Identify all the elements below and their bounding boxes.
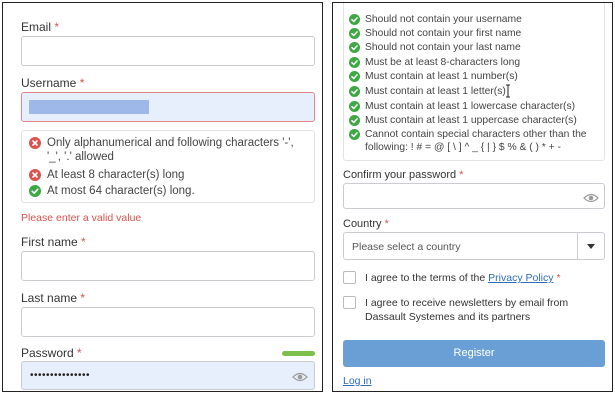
password-label: Password *	[21, 346, 82, 360]
email-field[interactable]	[21, 36, 315, 66]
username-rule: At least 8 character(s) long	[29, 168, 309, 182]
username-label: Username *	[21, 76, 85, 90]
privacy-policy-checkbox[interactable]	[343, 271, 356, 284]
email-label: Email *	[21, 20, 60, 34]
check-icon	[349, 42, 360, 53]
username-error-message: Please enter a valid value	[21, 212, 142, 224]
password-rule: Must contain at least 1 lowercase charac…	[349, 100, 604, 113]
password-rule: Must contain at least 1 number(s)	[349, 70, 604, 83]
password-rule: Must contain at least 1 uppercase charac…	[349, 114, 604, 127]
username-rules-box: Only alphanumerical and following charac…	[21, 130, 315, 203]
check-icon	[349, 28, 360, 39]
eye-icon[interactable]	[292, 370, 308, 382]
country-placeholder: Please select a country	[352, 241, 461, 253]
check-icon	[349, 115, 360, 126]
error-icon	[29, 137, 41, 149]
last-name-label: Last name *	[21, 291, 86, 305]
password-rule: Should not contain your last name	[349, 41, 604, 54]
check-icon	[349, 71, 360, 82]
check-icon	[349, 14, 360, 25]
last-name-field[interactable]	[21, 307, 315, 337]
username-field[interactable]	[21, 92, 315, 122]
country-select[interactable]: Please select a country	[343, 232, 605, 260]
check-icon	[349, 57, 360, 68]
privacy-policy-text: I agree to the terms of the Privacy Poli…	[365, 272, 561, 284]
country-label: Country *	[343, 218, 389, 230]
error-icon	[29, 169, 41, 181]
password-rule: Must be at least 8-characters long	[349, 56, 604, 69]
check-icon	[349, 101, 360, 112]
check-icon	[29, 185, 41, 197]
country-dropdown-button[interactable]	[577, 233, 604, 259]
password-strength-meter	[282, 351, 315, 356]
newsletter-text: I agree to receive newsletters by email …	[365, 297, 569, 323]
registration-form-right: Should not contain your username Should …	[332, 2, 613, 392]
password-value: •••••••••••••••	[30, 370, 91, 381]
chevron-down-icon	[587, 244, 595, 249]
registration-form-left: Email * Username * Only alphanumerical a…	[2, 2, 323, 392]
first-name-label: First name *	[21, 235, 86, 249]
password-rule: Must contain at least 1 letter(s)	[349, 85, 604, 98]
password-field[interactable]: •••••••••••••••	[21, 361, 315, 390]
confirm-password-field[interactable]	[343, 183, 605, 209]
register-button[interactable]: Register	[343, 340, 605, 367]
check-icon	[349, 129, 360, 140]
username-selected-text	[29, 100, 149, 114]
username-rule: Only alphanumerical and following charac…	[29, 136, 309, 164]
password-rule: Should not contain your first name	[349, 27, 604, 40]
privacy-policy-link[interactable]: Privacy Policy	[488, 272, 553, 284]
first-name-field[interactable]	[21, 251, 315, 281]
newsletter-checkbox[interactable]	[343, 296, 356, 309]
password-rule: Cannot contain special characters other …	[349, 128, 599, 154]
check-icon	[349, 86, 360, 97]
username-rule: At most 64 character(s) long.	[29, 184, 309, 198]
text-cursor-icon	[505, 84, 511, 98]
password-rule: Should not contain your username	[349, 13, 604, 26]
login-link[interactable]: Log in	[343, 375, 372, 387]
eye-icon[interactable]	[583, 191, 599, 203]
password-rules-box: Should not contain your username Should …	[343, 3, 605, 161]
confirm-password-label: Confirm your password *	[343, 169, 464, 181]
